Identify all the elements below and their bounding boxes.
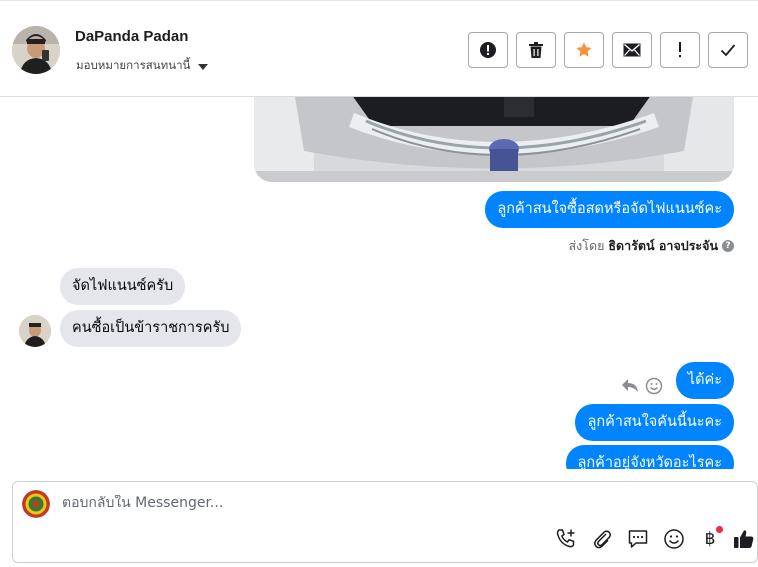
saved-replies-button[interactable]: [625, 526, 651, 552]
mark-unread-button[interactable]: [612, 32, 652, 68]
delete-button[interactable]: [516, 32, 556, 68]
chat-bubble-icon: [628, 530, 648, 548]
reply-icon[interactable]: [621, 377, 639, 393]
paperclip-icon: [594, 530, 611, 549]
emoji-button[interactable]: [661, 526, 687, 552]
contact-name[interactable]: DaPanda Padan: [75, 28, 188, 45]
reply-input[interactable]: [62, 495, 662, 511]
contact-avatar[interactable]: [12, 26, 60, 74]
thumbs-up-icon: [734, 530, 754, 548]
message-bubble-outgoing[interactable]: ลูกค้าสนใจคันนี้นะคะ: [575, 404, 734, 441]
sent-by-name[interactable]: ธิดารัตน์ อาจประจัน: [608, 236, 718, 256]
like-button[interactable]: [731, 526, 757, 552]
help-icon[interactable]: ?: [722, 240, 734, 252]
sent-by-prefix: ส่งโดย: [568, 238, 605, 253]
star-icon: [576, 42, 592, 57]
call-add-button[interactable]: [553, 526, 579, 552]
react-emoji-icon[interactable]: [645, 377, 663, 395]
message-bubble-outgoing[interactable]: ได้ค่ะ: [675, 362, 734, 399]
exclamation-icon: [679, 42, 681, 58]
star-button[interactable]: [564, 32, 604, 68]
notification-dot: [716, 526, 723, 533]
message-bubble-outgoing[interactable]: ลูกค้าสนใจซื้อสดหรือจัดไฟแนนซ์คะ: [485, 191, 734, 228]
envelope-icon: [623, 43, 641, 57]
message-thread[interactable]: ลูกค้าสนใจซื้อสดหรือจัดไฟแนนซ์คะ ส่งโดย …: [0, 97, 758, 469]
mark-spam-button[interactable]: [468, 32, 508, 68]
alert-circle-icon: [480, 42, 496, 58]
assign-conversation-dropdown[interactable]: มอบหมายการสนทนานี้: [76, 57, 209, 75]
page-logo: [22, 490, 50, 518]
car-photo-attachment[interactable]: [254, 97, 734, 182]
payment-button[interactable]: ฿: [697, 526, 723, 552]
follow-up-button[interactable]: [660, 32, 700, 68]
phone-plus-icon: [556, 529, 575, 548]
message-bubble-outgoing[interactable]: ลูกค้าอยู่จังหวัดอะไรคะ: [565, 445, 734, 469]
conversation-header: DaPanda Padan มอบหมายการสนทนานี้: [0, 0, 758, 97]
attach-file-button[interactable]: [589, 526, 615, 552]
smiley-icon: [664, 529, 684, 549]
sent-by-attribution: ส่งโดย ธิดารัตน์ อาจประจัน ?: [569, 236, 734, 256]
message-bubble-incoming[interactable]: คนซื้อเป็นข้าราชการครับ: [60, 310, 242, 347]
trash-icon: [529, 42, 543, 58]
caret-down-icon: [198, 63, 209, 70]
reply-composer: ฿: [12, 481, 758, 563]
assign-label: มอบหมายการสนทนานี้: [76, 58, 191, 72]
sender-avatar[interactable]: [19, 315, 51, 347]
done-button[interactable]: [708, 32, 748, 68]
checkmark-icon: [720, 44, 736, 57]
baht-icon: ฿: [704, 529, 716, 549]
message-bubble-incoming[interactable]: จัดไฟแนนซ์ครับ: [60, 268, 186, 305]
